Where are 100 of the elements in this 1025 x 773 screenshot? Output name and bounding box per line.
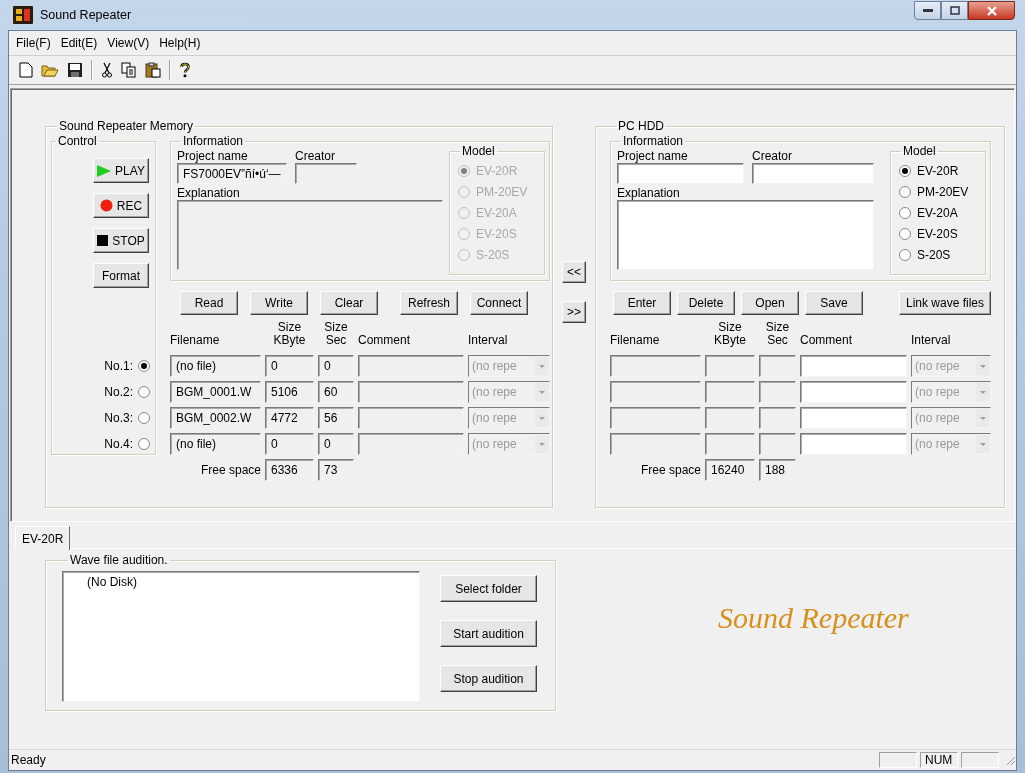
save-icon[interactable] xyxy=(67,62,83,78)
seconds-field[interactable] xyxy=(759,407,796,429)
action-button[interactable]: Refresh xyxy=(400,291,458,315)
filename-field[interactable] xyxy=(610,381,701,403)
seconds-field[interactable] xyxy=(759,381,796,403)
radio-button[interactable] xyxy=(899,227,911,240)
seconds-field: 73 xyxy=(318,459,354,481)
free-space-label: Free space xyxy=(640,463,701,477)
row-label: No.1: xyxy=(104,359,133,373)
seconds-field[interactable] xyxy=(759,355,796,377)
group-title: Control xyxy=(57,134,98,148)
paste-icon[interactable] xyxy=(145,62,161,78)
size-field[interactable] xyxy=(705,433,755,455)
seconds-field[interactable]: 56 xyxy=(318,407,354,429)
size-field[interactable]: 4772 xyxy=(265,407,314,429)
stop-button[interactable]: STOP xyxy=(93,228,149,253)
action-button[interactable]: Connect xyxy=(470,291,528,315)
comment-field[interactable] xyxy=(800,355,907,377)
size-field[interactable] xyxy=(705,381,755,403)
menu-item[interactable]: Help(H) xyxy=(154,34,206,52)
filename-field[interactable]: (no file) xyxy=(170,433,261,455)
copy-icon[interactable] xyxy=(121,62,137,78)
transfer-button[interactable]: >> xyxy=(562,301,586,323)
size-field[interactable] xyxy=(705,407,755,429)
close-icon xyxy=(985,5,998,16)
open-folder-icon[interactable] xyxy=(41,62,59,78)
action-button[interactable]: Read xyxy=(180,291,238,315)
status-panel xyxy=(879,752,917,768)
size-field[interactable] xyxy=(705,355,755,377)
resize-grip-icon xyxy=(1004,754,1016,766)
menu-item[interactable]: Edit(E) xyxy=(55,34,103,52)
action-button[interactable]: Enter xyxy=(613,291,671,315)
seconds-field[interactable]: 0 xyxy=(318,433,354,455)
row-label: No.4: xyxy=(104,437,133,451)
project-name-field[interactable] xyxy=(617,163,744,184)
transfer-button[interactable]: << xyxy=(562,261,586,283)
size-field[interactable]: 0 xyxy=(265,355,314,377)
menu-item[interactable]: View(V) xyxy=(102,34,155,52)
free-space-label: Free space xyxy=(200,463,261,477)
action-button[interactable]: Save xyxy=(805,291,863,315)
radio-label: S-20S xyxy=(476,247,510,262)
comment-field[interactable] xyxy=(800,407,907,429)
help-icon[interactable] xyxy=(179,62,191,78)
tab[interactable]: EV-20R xyxy=(15,526,71,550)
audition-button[interactable]: Start audition xyxy=(440,620,537,647)
radio-label: EV-20S xyxy=(917,226,958,241)
comment-field[interactable] xyxy=(800,433,907,455)
explanation-field[interactable] xyxy=(617,200,874,270)
radio-button[interactable] xyxy=(138,438,150,450)
column-header: Comment xyxy=(358,334,411,349)
radio-button[interactable] xyxy=(899,185,911,198)
column-header: Interval xyxy=(468,334,509,349)
column-header: Size KByte xyxy=(714,321,746,349)
radio-button[interactable] xyxy=(138,386,150,398)
action-button[interactable]: Link wave files xyxy=(898,291,991,315)
audition-button[interactable]: Select folder xyxy=(440,575,537,602)
creator-field[interactable] xyxy=(752,163,874,184)
seconds-field[interactable] xyxy=(759,433,796,455)
radio-button[interactable] xyxy=(899,248,911,261)
record-icon xyxy=(99,199,113,212)
file-list[interactable]: (No Disk) xyxy=(62,571,420,702)
new-document-icon[interactable] xyxy=(19,62,33,78)
maximize-button[interactable] xyxy=(941,1,968,20)
row-label: No.3: xyxy=(104,411,133,425)
list-item[interactable]: (No Disk) xyxy=(87,575,137,589)
action-button[interactable]: Open xyxy=(741,291,799,315)
app-logo-icon xyxy=(13,6,33,24)
play-button[interactable]: PLAY xyxy=(93,158,149,183)
audition-button[interactable]: Stop audition xyxy=(440,665,537,692)
radio-button[interactable] xyxy=(138,412,150,424)
action-button[interactable]: Clear xyxy=(320,291,378,315)
menu-item[interactable]: File(F) xyxy=(11,34,56,52)
seconds-field[interactable]: 60 xyxy=(318,381,354,403)
radio-label: EV-20S xyxy=(476,226,517,241)
close-button[interactable] xyxy=(968,1,1015,20)
field-label: Creator xyxy=(752,149,793,163)
radio-label: EV-20R xyxy=(476,163,518,178)
comment-field[interactable] xyxy=(800,381,907,403)
radio-button[interactable] xyxy=(138,360,150,372)
seconds-field[interactable]: 0 xyxy=(318,355,354,377)
action-button[interactable]: Write xyxy=(250,291,308,315)
filename-field[interactable] xyxy=(610,407,701,429)
filename-field[interactable]: BGM_0002.W xyxy=(170,407,261,429)
action-button[interactable]: Delete xyxy=(677,291,735,315)
filename-field[interactable] xyxy=(610,433,701,455)
scissors-icon[interactable] xyxy=(101,62,113,78)
group-title: Model xyxy=(461,144,496,158)
radio-button[interactable] xyxy=(899,164,911,177)
filename-field[interactable]: (no file) xyxy=(170,355,261,377)
filename-field[interactable] xyxy=(610,355,701,377)
play-icon xyxy=(97,164,112,177)
size-field[interactable]: 0 xyxy=(265,433,314,455)
format-button[interactable]: Format xyxy=(93,263,149,288)
record-button[interactable]: REC xyxy=(93,193,149,218)
size-field[interactable]: 5106 xyxy=(265,381,314,403)
filename-field[interactable]: BGM_0001.W xyxy=(170,381,261,403)
group-title: Wave file audition. xyxy=(69,553,169,567)
minimize-button[interactable] xyxy=(914,1,941,20)
radio-label: PM-20EV xyxy=(917,184,969,199)
radio-button[interactable] xyxy=(899,206,911,219)
